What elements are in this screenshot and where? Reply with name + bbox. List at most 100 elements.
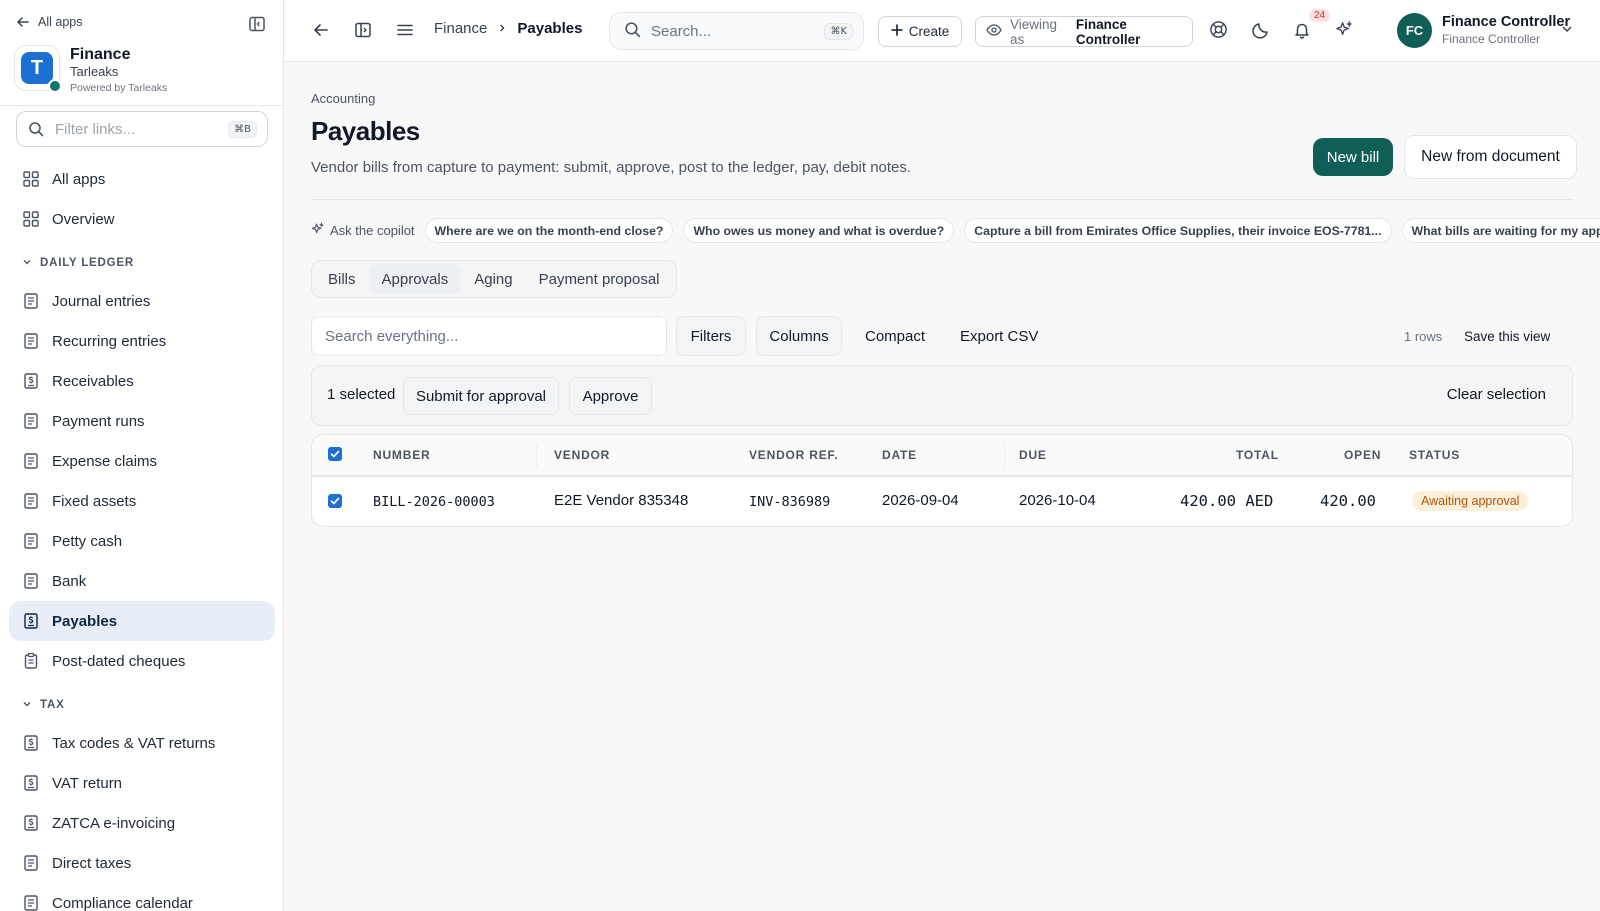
search-icon: [624, 21, 641, 41]
column-header-vendor-ref[interactable]: VENDOR REF.: [749, 448, 838, 462]
column-header-vendor[interactable]: VENDOR: [554, 448, 610, 462]
compact-toggle[interactable]: Compact: [865, 316, 925, 356]
column-header-status[interactable]: STATUS: [1409, 448, 1460, 462]
sidebar-item-tax-codes-and-vat-returns[interactable]: Tax codes & VAT returns: [9, 723, 275, 763]
column-header-date[interactable]: DATE: [882, 448, 917, 462]
toggle-sidebar-button[interactable]: [352, 20, 374, 42]
sidebar-item-receivables[interactable]: Receivables: [9, 361, 275, 401]
brand: T Finance Tarleaks Powered by Tarleaks: [14, 45, 167, 96]
theme-toggle-button[interactable]: [1250, 20, 1272, 42]
ledger-icon: [22, 532, 40, 550]
global-search-input[interactable]: Search... ⌘K: [609, 12, 864, 50]
table-row[interactable]: BILL-2026-00003 E2E Vendor 835348 INV-83…: [312, 477, 1572, 526]
sidebar-item-label: Receivables: [52, 372, 134, 390]
viewing-as-value: Finance Controller: [1075, 16, 1141, 47]
brand-status-dot: [48, 79, 62, 93]
copilot-chip[interactable]: Capture a bill from Emirates Office Supp…: [964, 218, 1392, 243]
sidebar-item-compliance-calendar[interactable]: Compliance calendar: [9, 883, 275, 911]
tab-aging[interactable]: Aging: [462, 264, 524, 294]
sidebar-item-fixed-assets[interactable]: Fixed assets: [9, 481, 275, 521]
cell-due: 2026-10-04: [1019, 492, 1096, 509]
clear-selection-button[interactable]: Clear selection: [1447, 386, 1546, 403]
columns-button[interactable]: Columns: [756, 316, 842, 356]
sidebar-item-vat-return[interactable]: VAT return: [9, 763, 275, 803]
plus-icon: [890, 24, 903, 39]
eye-icon: [986, 22, 1002, 41]
help-button[interactable]: [1207, 20, 1229, 42]
sidebar-item-expense-claims[interactable]: Expense claims: [9, 441, 275, 481]
copilot-chip[interactable]: Where are we on the month-end close?: [424, 218, 674, 243]
sidebar-item-payment-runs[interactable]: Payment runs: [9, 401, 275, 441]
lifebuoy-icon: [1209, 20, 1228, 42]
sparkles-icon: [1335, 20, 1354, 42]
ai-assistant-button[interactable]: [1333, 20, 1355, 42]
sidebar-item-direct-taxes[interactable]: Direct taxes: [9, 843, 275, 883]
table-header: NUMBER VENDOR VENDOR REF. DATE DUE TOTAL…: [312, 435, 1572, 477]
notifications-button[interactable]: [1291, 20, 1313, 42]
ledger-icon: [22, 332, 40, 350]
tab-payment-proposal[interactable]: Payment proposal: [527, 264, 672, 294]
sidebar-item-recurring-entries[interactable]: Recurring entries: [9, 321, 275, 361]
sidebar-item-petty-cash[interactable]: Petty cash: [9, 521, 275, 561]
bulk-actions-bar: 1 selected Submit for approval Approve C…: [311, 365, 1573, 426]
sidebar-item-bank[interactable]: Bank: [9, 561, 275, 601]
clipboard-icon: [22, 652, 40, 670]
table-toolbar: Search everything... Filters Columns Com…: [311, 316, 1573, 356]
column-separator: [536, 445, 537, 467]
viewing-as-selector[interactable]: Viewing as Finance Controller: [975, 16, 1193, 47]
sidebar-item-payables[interactable]: Payables: [9, 601, 275, 641]
sidebar-item-overview[interactable]: Overview: [9, 199, 275, 239]
approve-button[interactable]: Approve: [569, 377, 652, 415]
submit-for-approval-button[interactable]: Submit for approval: [403, 377, 559, 415]
back-label: All apps: [38, 15, 83, 29]
create-label: Create: [908, 24, 950, 39]
copilot-chip[interactable]: What bills are waiting for my approval?: [1401, 218, 1600, 243]
create-button[interactable]: Create: [878, 16, 962, 47]
table-search-input[interactable]: Search everything...: [311, 316, 667, 356]
sidebar-item-post-dated-cheques[interactable]: Post-dated cheques: [9, 641, 275, 681]
menu-button[interactable]: [394, 20, 416, 42]
chevron-down-icon[interactable]: [1561, 22, 1573, 38]
breadcrumb-parent-link[interactable]: Finance: [434, 20, 487, 37]
cell-number[interactable]: BILL-2026-00003: [373, 494, 495, 510]
section-header-daily-ledger[interactable]: DAILY LEDGER: [0, 245, 283, 281]
collapse-sidebar-button[interactable]: [247, 15, 267, 35]
new-bill-button[interactable]: New bill: [1313, 138, 1393, 176]
sidebar-item-label: Payables: [52, 612, 118, 630]
back-to-all-apps-link[interactable]: All apps: [14, 15, 82, 29]
breadcrumb: Finance Payables: [434, 20, 582, 37]
sidebar-item-label: Expense claims: [52, 452, 158, 470]
receipt-dollar-icon: [22, 612, 40, 630]
save-view-button[interactable]: Save this view: [1464, 316, 1550, 356]
back-button[interactable]: [310, 20, 332, 42]
copilot-chip[interactable]: Who owes us money and what is overdue?: [683, 218, 955, 243]
column-header-total[interactable]: TOTAL: [1236, 448, 1279, 462]
chevron-down-icon: [22, 257, 32, 270]
rows-count: 1 rows: [1404, 328, 1443, 344]
select-all-checkbox[interactable]: [328, 447, 342, 461]
column-header-due[interactable]: DUE: [1019, 448, 1047, 462]
export-csv-button[interactable]: Export CSV: [960, 316, 1038, 356]
filter-links-input[interactable]: Filter links... ⌘B: [16, 111, 268, 147]
brand-logo-mark: T: [21, 52, 53, 84]
sidebar-item-journal-entries[interactable]: Journal entries: [9, 281, 275, 321]
section-header-tax[interactable]: TAX: [0, 687, 283, 723]
grid-icon: [22, 170, 40, 188]
breadcrumb-current: Payables: [517, 20, 583, 37]
sidebar-item-all-apps[interactable]: All apps: [9, 159, 275, 199]
notifications-count-badge: 24: [1309, 9, 1331, 22]
filters-button[interactable]: Filters: [676, 316, 746, 356]
section-title: DAILY LEDGER: [40, 257, 134, 269]
user-menu[interactable]: FC Finance Controller Finance Controller: [1397, 13, 1570, 48]
tab-bills[interactable]: Bills: [316, 264, 368, 294]
row-checkbox[interactable]: [328, 494, 342, 508]
sidebar-item-zatca-e-invoicing[interactable]: ZATCA e-invoicing: [9, 803, 275, 843]
arrow-left-icon: [312, 21, 330, 42]
sidebar-panel-icon: [354, 21, 372, 42]
column-header-open[interactable]: OPEN: [1344, 448, 1381, 462]
tab-approvals[interactable]: Approvals: [369, 264, 461, 294]
sidebar: All apps T Finance Tarleaks Powered by T…: [0, 0, 284, 911]
new-from-document-button[interactable]: New from document: [1404, 135, 1577, 179]
sidebar-item-label: Payment runs: [52, 412, 145, 430]
column-header-number[interactable]: NUMBER: [373, 448, 430, 462]
